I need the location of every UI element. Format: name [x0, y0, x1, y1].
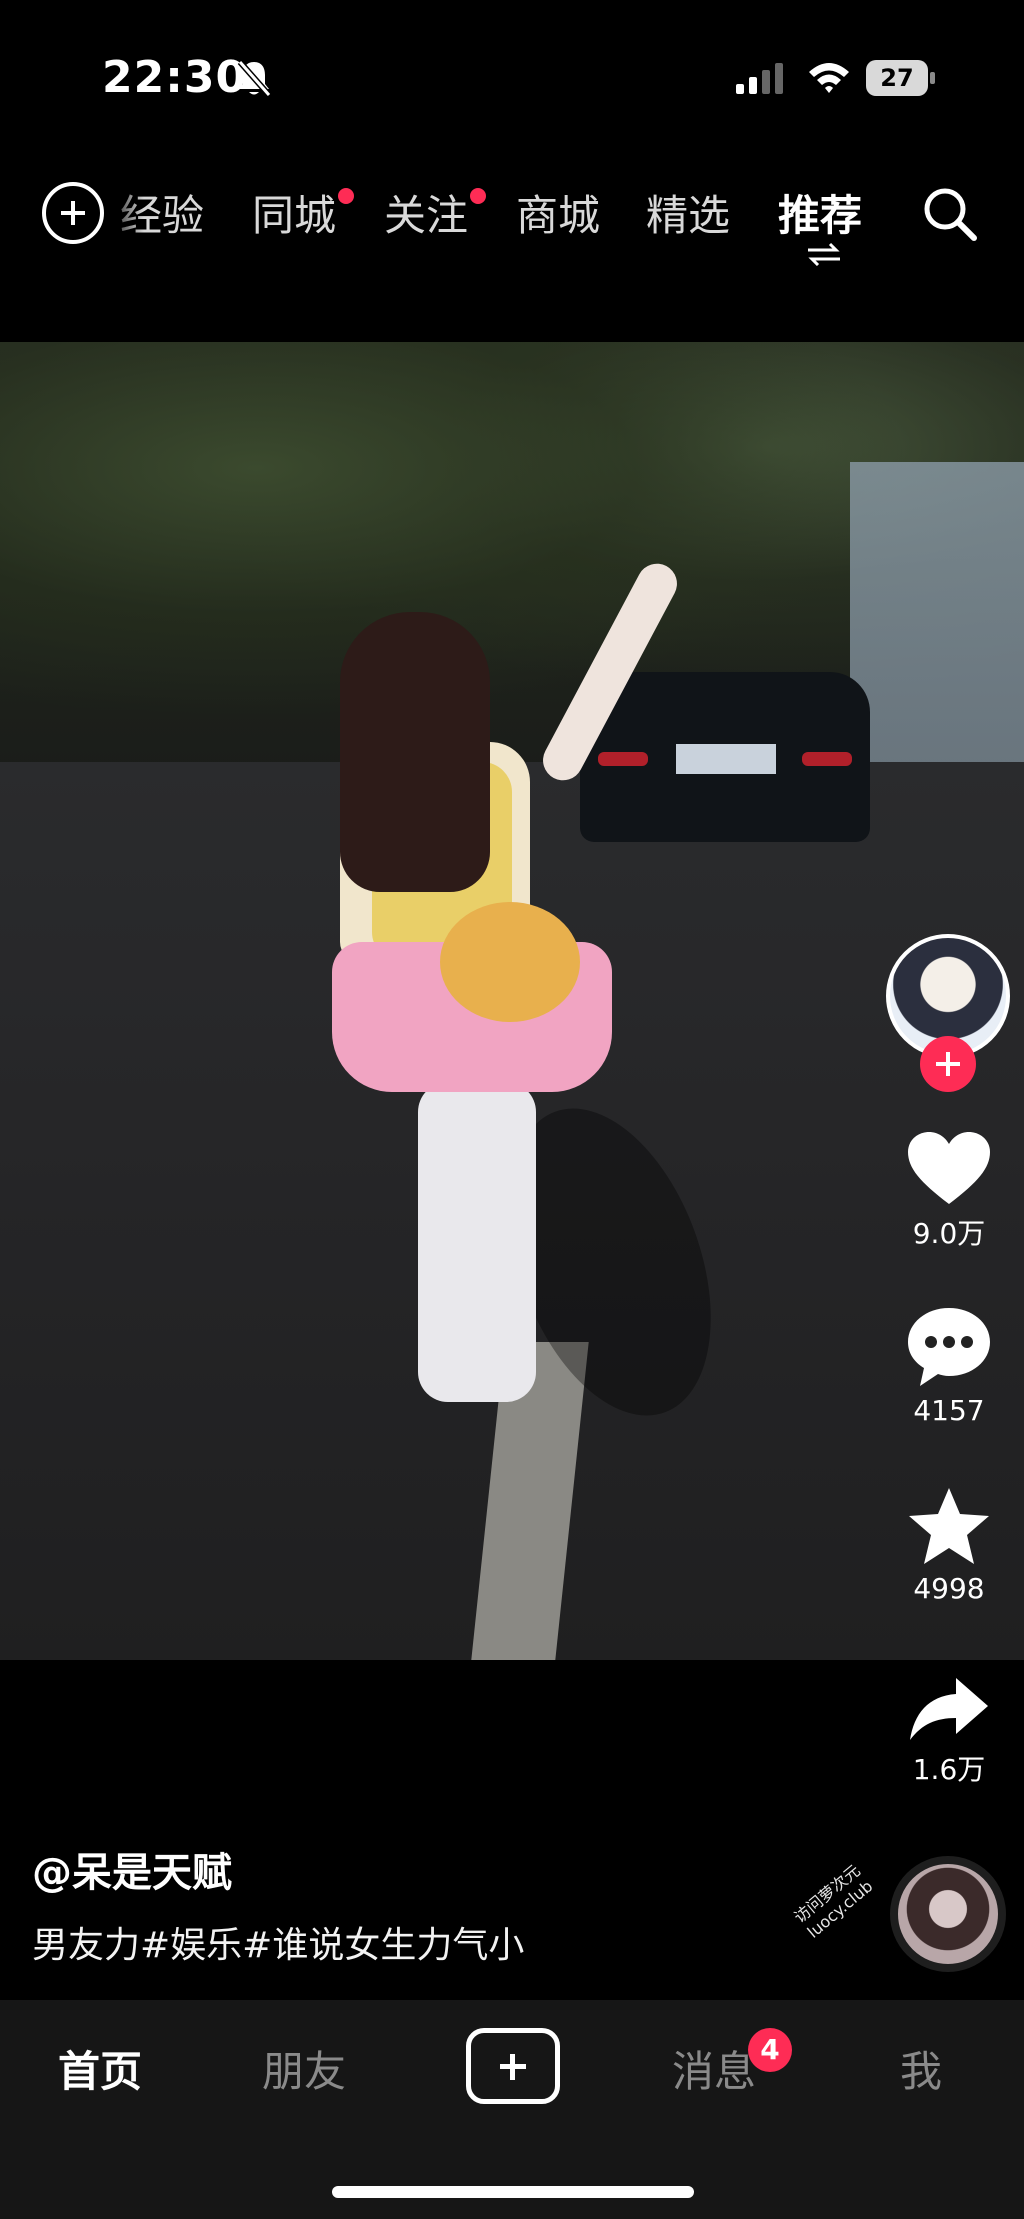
create-button[interactable]: [466, 2028, 560, 2104]
share-count: 1.6万: [912, 1753, 986, 1786]
add-circle-icon[interactable]: [42, 182, 104, 244]
tab-label: 同城: [252, 191, 337, 240]
battery-icon: 27: [866, 60, 936, 96]
favorite-count: 4998: [913, 1572, 985, 1605]
status-time: 22:30: [102, 52, 248, 103]
tab-friends[interactable]: 朋友: [262, 2038, 346, 2099]
tab-featured[interactable]: 精选: [646, 182, 730, 243]
tab-label: 推荐: [778, 191, 863, 240]
person-hair: [340, 612, 490, 892]
tab-local[interactable]: 同城: [252, 182, 355, 243]
swap-icon[interactable]: [806, 242, 842, 266]
comment-icon: [908, 1308, 990, 1386]
tab-following[interactable]: 关注: [384, 182, 487, 243]
video-player[interactable]: [0, 342, 1024, 1660]
tab-mall[interactable]: 商城: [516, 182, 600, 243]
tab-me[interactable]: 我: [900, 2038, 942, 2099]
signal-icon: [736, 63, 783, 94]
author-name[interactable]: @呆是天赋: [32, 1840, 232, 1898]
follow-plus-icon[interactable]: [920, 1036, 976, 1092]
video-description[interactable]: 男友力#娱乐#谁说女生力气小: [32, 1916, 524, 1968]
status-bar: 22:30 27: [0, 0, 1024, 150]
bottom-tab-bar: 首页 朋友 消息 4 我: [0, 2000, 1024, 2219]
share-icon: [910, 1678, 988, 1740]
music-disc[interactable]: [890, 1856, 1006, 1972]
notification-dot: [470, 188, 487, 204]
favorite-button[interactable]: 4998: [888, 1486, 1010, 1605]
video-car: [580, 672, 870, 842]
wifi-icon: [809, 63, 849, 93]
tab-home[interactable]: 首页: [58, 2038, 142, 2099]
star-icon: [909, 1488, 989, 1564]
search-icon[interactable]: [920, 184, 980, 244]
person-legs: [418, 1082, 536, 1402]
top-nav: 经验 同城 关注 商城 精选 推荐: [0, 170, 1024, 266]
comment-button[interactable]: 4157: [888, 1306, 1010, 1427]
like-button[interactable]: 9.0万: [888, 1130, 1010, 1252]
tab-label: 商城: [516, 191, 601, 240]
tab-recommended[interactable]: 推荐: [778, 182, 862, 243]
heart-icon: [908, 1132, 990, 1204]
battery-level: 27: [866, 60, 928, 96]
tab-messages[interactable]: 消息: [672, 2038, 756, 2099]
notification-dot: [338, 188, 355, 204]
messages-badge: 4: [748, 2028, 792, 2072]
tab-label: 关注: [384, 191, 469, 240]
bell-muted-icon: [237, 60, 272, 97]
tab-label: 精选: [646, 191, 731, 240]
plush-toy: [440, 902, 580, 1022]
like-count: 9.0万: [912, 1217, 986, 1250]
comment-count: 4157: [913, 1394, 985, 1427]
watermark: 访问萝次元 luocy.club: [790, 1860, 877, 1942]
home-indicator: [332, 2186, 694, 2198]
share-button[interactable]: 1.6万: [888, 1676, 1010, 1788]
